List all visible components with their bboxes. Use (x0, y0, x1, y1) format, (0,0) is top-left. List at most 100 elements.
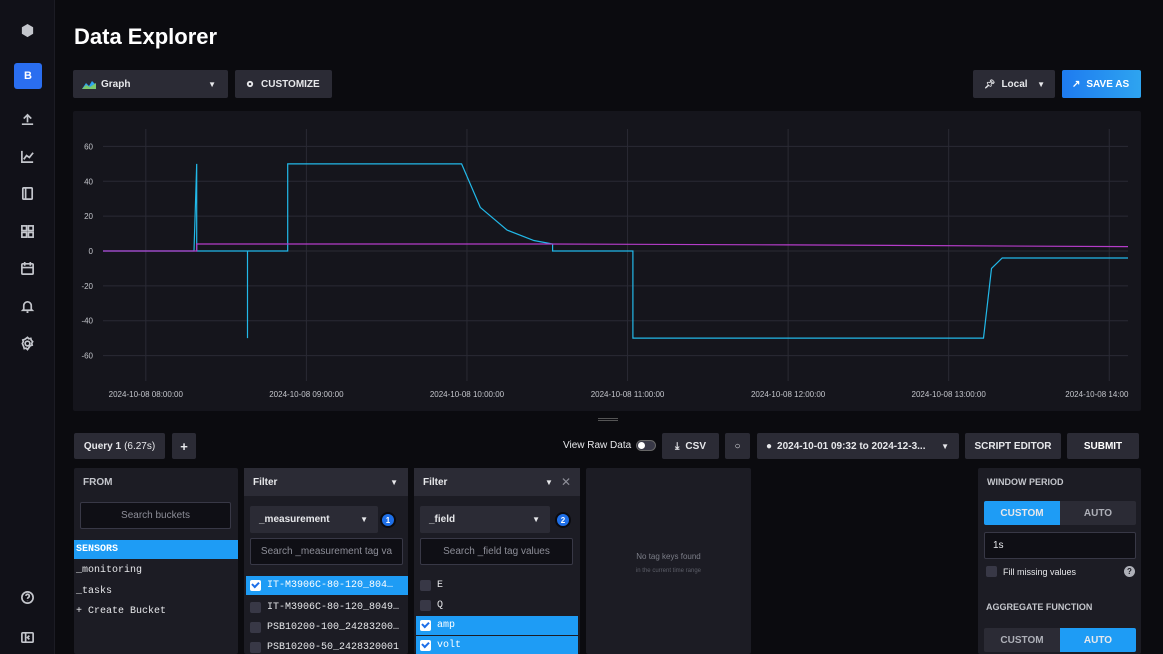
tag-value-item[interactable]: IT-M3906C-80-120_8049… (250, 598, 399, 617)
calendar-icon[interactable] (14, 257, 40, 279)
tag-value-item[interactable]: amp (416, 616, 578, 635)
download-icon: ⤓ (675, 440, 680, 452)
window-custom-option[interactable]: CUSTOM (984, 501, 1060, 525)
graph-panel[interactable]: 60 40 20 0 -20 -40 -60 2024-10-08 08:00:00 2024-… (73, 111, 1141, 411)
timezone-label: Local (1001, 78, 1028, 90)
tag-key-label: _field (429, 514, 456, 525)
empty-subtitle: in the current time range (635, 568, 702, 574)
toggle-switch[interactable] (636, 440, 657, 451)
aggregate-mode-toggle: CUSTOM AUTO (984, 628, 1136, 652)
x-tick-label: 2024-10-08 09:00:00 (269, 390, 344, 399)
window-mode-toggle: CUSTOM AUTO (984, 501, 1136, 525)
filter-header[interactable]: Filter ▼ ✕ (414, 468, 580, 496)
customize-button[interactable]: CUSTOMIZE (235, 70, 332, 98)
timezone-dropdown[interactable]: 📌︎ Local ▼ (973, 70, 1055, 98)
add-query-button[interactable]: + (172, 433, 196, 459)
export-icon: ↗ (1072, 78, 1081, 90)
x-tick-label: 2024-10-08 08:00:00 (109, 390, 184, 399)
tag-value-item[interactable]: volt (416, 636, 578, 654)
query-tab-time: (6.27s) (124, 440, 156, 452)
dashboard-icon[interactable] (14, 220, 40, 242)
bucket-item[interactable]: SENSORS (74, 540, 238, 559)
panel-resizer[interactable] (598, 418, 618, 421)
filter-count-badge: 1 (380, 512, 396, 528)
checkbox-icon (250, 580, 261, 591)
checkbox-icon (420, 600, 431, 611)
time-range-label: 2024-10-01 09:32 to 2024-12-3... (777, 440, 926, 452)
refresh-button[interactable]: ○ (725, 433, 750, 459)
close-icon[interactable]: ✕ (561, 475, 571, 489)
tag-search-input[interactable]: Search _field tag values (420, 538, 573, 565)
fill-missing-checkbox[interactable]: Fill missing values (986, 566, 1076, 577)
bucket-search-input[interactable]: Search buckets (80, 502, 231, 529)
bell-icon[interactable] (14, 295, 40, 317)
fill-missing-label: Fill missing values (1003, 566, 1077, 577)
filter-card-1: Filter ▼ _measurement ▼ 1 Search _measur… (244, 468, 408, 654)
query-tab[interactable]: Query 1 (6.27s) (74, 433, 165, 459)
tag-value-label: PSB10200-100_24283200… (267, 622, 400, 633)
y-tick-label: 20 (84, 212, 93, 221)
tag-value-item[interactable]: PSB10200-50_2428320001 (250, 638, 399, 654)
from-card: FROM Search buckets SENSORS _monitoring … (74, 468, 238, 654)
checkbox-icon (986, 566, 997, 577)
aggregate-custom-option[interactable]: CUSTOM (984, 628, 1060, 652)
tag-key-dropdown[interactable]: _measurement ▼ (250, 506, 378, 533)
x-tick-label: 2024-10-08 12:00:00 (751, 390, 826, 399)
from-header: FROM (83, 476, 113, 488)
org-letter: B (24, 70, 32, 82)
tag-value-label: amp (437, 620, 456, 631)
view-raw-label: View Raw Data (563, 440, 632, 451)
tag-value-label: IT-M3906C-80-120_8049… (267, 602, 400, 613)
tag-value-item[interactable]: Q (420, 596, 443, 615)
tag-value-label: PSB10200-50_2428320001 (267, 642, 400, 653)
logo-icon[interactable] (14, 19, 40, 41)
y-tick-label: 0 (89, 247, 94, 256)
notebook-icon[interactable] (14, 182, 40, 204)
help-icon[interactable] (14, 586, 40, 608)
chevron-down-icon: ▼ (532, 515, 540, 524)
submit-button[interactable]: SUBMIT (1067, 433, 1139, 459)
save-as-label: SAVE AS (1086, 78, 1130, 90)
tag-key-dropdown[interactable]: _field ▼ (420, 506, 550, 533)
graph-icon[interactable] (14, 145, 40, 167)
window-period-input[interactable]: 1s (984, 532, 1136, 559)
graph-type-icon (82, 81, 96, 89)
gear-icon (246, 80, 254, 88)
upload-icon[interactable] (14, 108, 40, 130)
window-auto-option[interactable]: AUTO (1060, 501, 1136, 525)
sidebar: B (0, 0, 55, 654)
time-range-dropdown[interactable]: ● 2024-10-01 09:32 to 2024-12-3... ▼ (757, 433, 959, 459)
bucket-item[interactable]: _monitoring (76, 561, 142, 580)
bucket-item[interactable]: _tasks (76, 582, 112, 601)
csv-button[interactable]: ⤓ CSV (662, 433, 719, 459)
create-bucket-link[interactable]: + Create Bucket (76, 602, 166, 621)
clock-icon: ● (766, 440, 773, 452)
collapse-icon[interactable] (14, 626, 40, 648)
tag-value-item[interactable]: IT-M3906C-80-120_804… (246, 576, 408, 595)
gear-icon[interactable] (14, 332, 40, 354)
x-tick-label: 2024-10-08 13:00:00 (912, 390, 987, 399)
checkbox-icon (420, 580, 431, 591)
checkbox-icon (250, 602, 261, 613)
filter-card-2: Filter ▼ ✕ _field ▼ 2 Search _field tag … (414, 468, 580, 654)
chevron-down-icon: ▼ (360, 515, 368, 524)
info-icon[interactable]: ? (1124, 566, 1135, 577)
page-title: Data Explorer (74, 24, 218, 49)
org-avatar[interactable]: B (14, 63, 42, 89)
chevron-down-icon: ▼ (545, 477, 553, 487)
empty-title: No tag keys found (636, 552, 701, 561)
tag-search-input[interactable]: Search _measurement tag va (250, 538, 403, 565)
vis-type-dropdown[interactable]: Graph ▼ (73, 70, 228, 98)
checkbox-icon (420, 640, 431, 651)
aggregate-auto-option[interactable]: AUTO (1060, 628, 1136, 652)
y-tick-label: 40 (84, 177, 93, 186)
tag-value-item[interactable]: E (420, 576, 443, 595)
filter-header[interactable]: Filter ▼ (244, 468, 408, 496)
window-period-header: WINDOW PERIOD (987, 477, 1064, 487)
view-raw-toggle[interactable]: View Raw Data (563, 440, 657, 451)
save-as-button[interactable]: ↗ SAVE AS (1062, 70, 1141, 98)
script-editor-button[interactable]: SCRIPT EDITOR (965, 433, 1061, 459)
customize-label: CUSTOMIZE (261, 78, 320, 90)
tag-value-label: E (437, 580, 444, 591)
tag-value-item[interactable]: PSB10200-100_24283200… (250, 618, 399, 637)
